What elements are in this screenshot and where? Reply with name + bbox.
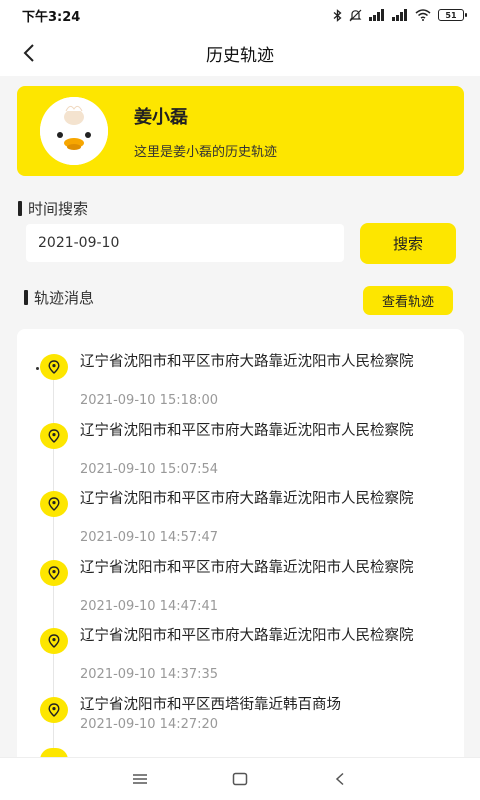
menu-nav-button[interactable] bbox=[120, 759, 160, 799]
track-address: 辽宁省沈阳市和平区市府大路靠近沈阳市人民检察院 bbox=[80, 491, 414, 507]
duck-avatar-icon bbox=[40, 97, 108, 165]
back-nav-icon bbox=[335, 772, 344, 786]
status-bar: 下午3:24 51 bbox=[0, 0, 480, 30]
profile-text: 姜小磊 这里是姜小磊的历史轨迹 bbox=[134, 103, 277, 160]
page-title: 历史轨迹 bbox=[206, 45, 274, 66]
location-pin-icon bbox=[40, 628, 68, 654]
back-arrow-icon bbox=[23, 44, 34, 62]
time-search-label-text: 时间搜索 bbox=[28, 200, 89, 218]
system-nav-bar bbox=[0, 757, 480, 800]
track-address: 辽宁省沈阳市和平区市府大路靠近沈阳市人民检察院 bbox=[80, 628, 414, 644]
section-bar bbox=[18, 201, 22, 216]
track-item[interactable]: 辽宁省沈阳市和平区市府大路靠近沈阳市人民检察院 2021-09-10 14:37:… bbox=[17, 603, 464, 682]
back-nav-button[interactable] bbox=[320, 759, 360, 799]
track-address: 辽宁省沈阳市和平区市府大路靠近沈阳市人民检察院 bbox=[80, 559, 414, 576]
track-item[interactable]: 辽宁省沈阳市和平区市府大路靠近沈阳市人民检察院 2021-09-10 14:47:… bbox=[17, 535, 464, 614]
signal-icon bbox=[369, 9, 385, 21]
profile-card: 姜小磊 这里是姜小磊的历史轨迹 bbox=[17, 86, 464, 176]
track-address: 辽宁省沈阳市和平区市府大路靠近沈阳市人民检察院 bbox=[80, 354, 414, 370]
status-icons: 51 bbox=[333, 8, 467, 22]
status-time: 下午3:24 bbox=[22, 9, 81, 25]
mute-icon bbox=[349, 9, 362, 22]
bluetooth-icon bbox=[333, 8, 342, 22]
signal-icon-2 bbox=[392, 9, 408, 21]
profile-description: 这里是姜小磊的历史轨迹 bbox=[134, 144, 278, 160]
location-pin-icon bbox=[40, 559, 68, 586]
menu-icon bbox=[133, 774, 147, 784]
section-bar bbox=[24, 290, 28, 305]
track-item[interactable]: 辽宁省沈阳市和平区市府大路靠近沈阳市人民检察院 2021-09-10 15:07:… bbox=[17, 398, 464, 477]
home-icon bbox=[232, 772, 248, 786]
location-pin-icon bbox=[40, 491, 68, 517]
home-nav-button[interactable] bbox=[220, 759, 260, 799]
track-message-label: 轨迹消息 bbox=[24, 287, 94, 308]
marker-dot bbox=[36, 367, 39, 370]
track-item[interactable]: 辽宁省沈阳市和平区西塔街靠近韩百商场 2021-09-10 14:27:20 bbox=[17, 672, 464, 736]
back-button[interactable] bbox=[14, 38, 44, 68]
search-button[interactable]: 搜索 bbox=[360, 223, 456, 264]
track-item[interactable]: 辽宁省沈阳市和平区市府大路靠近沈阳市人民检察院 2021-09-10 15:18:… bbox=[17, 329, 464, 408]
time-search-label: 时间搜索 bbox=[18, 198, 88, 219]
track-time: 2021-09-10 14:27:20 bbox=[80, 716, 219, 732]
wifi-icon bbox=[415, 9, 431, 21]
track-address: 辽宁省沈阳市和平区西塔街靠近韩百商场 bbox=[80, 696, 341, 713]
profile-name: 姜小磊 bbox=[134, 106, 188, 128]
location-pin-icon bbox=[40, 696, 68, 723]
track-item[interactable]: 辽宁省沈阳市和平区市府大路靠近沈阳市人民检察院 2021-09-10 14:57:… bbox=[17, 466, 464, 545]
location-pin-icon bbox=[40, 354, 68, 380]
battery-indicator: 51 bbox=[438, 9, 467, 21]
date-input[interactable] bbox=[26, 224, 344, 262]
view-track-button[interactable]: 查看轨迹 bbox=[363, 286, 453, 315]
location-pin-icon bbox=[40, 422, 68, 449]
track-address: 辽宁省沈阳市和平区市府大路靠近沈阳市人民检察院 bbox=[80, 422, 414, 439]
track-message-label-text: 轨迹消息 bbox=[34, 289, 95, 307]
header: 历史轨迹 bbox=[0, 30, 480, 76]
track-list[interactable]: 辽宁省沈阳市和平区市府大路靠近沈阳市人民检察院 2021-09-10 15:18:… bbox=[17, 329, 464, 800]
avatar bbox=[40, 97, 108, 165]
